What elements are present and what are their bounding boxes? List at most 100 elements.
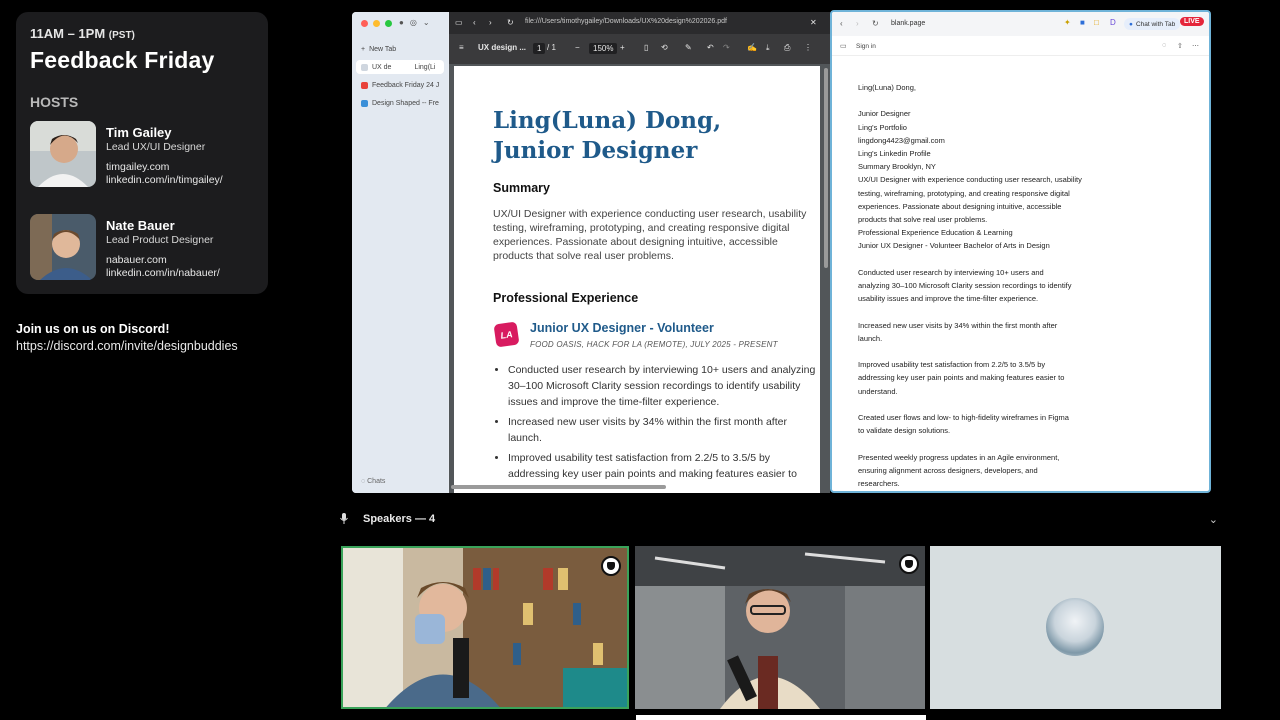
window-controls (361, 20, 392, 27)
share-icon[interactable]: ⇧ (1177, 42, 1183, 50)
stream-time: 11AM – 1PM (PST) (30, 26, 135, 41)
sidebar-toggle-icon[interactable]: ▭ (840, 42, 847, 50)
discord-link[interactable]: https://discord.com/invite/designbuddies (16, 339, 238, 353)
live-badge: LIVE (1180, 17, 1204, 26)
sidebar-tab-design-shaped[interactable]: Design Shaped -- Fre (356, 96, 444, 110)
fit-page-icon[interactable]: ▯ (644, 43, 648, 52)
extension-icon[interactable]: ✦ (1064, 18, 1071, 27)
show-title: Feedback Friday (30, 47, 215, 73)
annotate-icon[interactable]: ✎ (685, 43, 692, 52)
text-line (858, 345, 1118, 358)
more-icon[interactable]: ⋯ (1192, 42, 1199, 50)
chevron-down-icon[interactable]: ⌄ (423, 18, 430, 27)
avatar (1046, 598, 1104, 656)
close-tab-icon[interactable]: ✕ (810, 18, 817, 27)
chat-with-tab-button[interactable]: ● Chat with Tab (1124, 18, 1181, 30)
text-line: Created user flows and low- to high-fide… (858, 413, 1069, 422)
back-icon[interactable]: ‹ (840, 19, 843, 28)
profile-icon[interactable]: ● (399, 18, 404, 27)
host-website[interactable]: timgailey.com (106, 161, 223, 173)
chat-icon: ● (1129, 20, 1133, 28)
forward-icon[interactable]: › (856, 19, 859, 28)
hosts-label: HOSTS (30, 94, 79, 110)
host-linkedin[interactable]: linkedin.com/in/timgailey/ (106, 174, 223, 186)
list-item: Conducted user research by interviewing … (508, 362, 818, 410)
horizontal-scrollbar[interactable] (451, 485, 666, 489)
text-line: ensuring alignment across designers, dev… (858, 465, 1038, 475)
rotate-icon[interactable]: ⟲ (661, 43, 668, 52)
text-line: Junior UX Designer - Volunteer Bachelor … (858, 241, 1050, 251)
text-line: Presented weekly progress updates in an … (858, 452, 1060, 462)
document-icon (403, 64, 410, 71)
text-line (858, 305, 1118, 318)
extension-icon[interactable]: □ (1094, 18, 1099, 27)
pdf-page: Ling(Luna) Dong, Junior Designer Summary… (454, 66, 820, 493)
new-tab-button[interactable]: + New Tab (356, 42, 444, 56)
sidebar-toggle-icon[interactable]: ▭ (455, 18, 463, 27)
text-line: Professional Experience Education & Lear… (858, 228, 1013, 238)
sign-in-link[interactable]: Sign in (856, 43, 876, 50)
extension-icon[interactable]: ■ (1080, 18, 1085, 27)
print-icon[interactable]: ⎙ (784, 43, 790, 53)
host-photo (30, 121, 96, 187)
undo-icon[interactable]: ↶ (707, 43, 714, 52)
settings-icon[interactable]: ◎ (410, 18, 417, 27)
moderator-badge-icon (601, 556, 621, 576)
sidebar-chats[interactable]: ◌ Chats (361, 478, 385, 485)
speaker-tile[interactable] (635, 546, 925, 709)
host-photo (30, 214, 96, 280)
zoom-out-button[interactable]: − (575, 43, 580, 52)
download-icon[interactable]: ⤓ (766, 43, 770, 53)
reload-icon[interactable]: ↻ (872, 19, 879, 28)
sidebar-tab-ux-design[interactable]: UX de Ling(Li (356, 60, 444, 74)
zoom-in-button[interactable]: + (620, 43, 625, 52)
split-view-pane: ‹ › ↻ blank.page ✦ ■ □ D ● Chat with Tab … (830, 10, 1211, 493)
stream-info-card: 11AM – 1PM (PST) Feedback Friday HOSTS T… (16, 12, 268, 294)
browser-window: ● ◎ ⌄ + New Tab UX de Ling(Li Feedback F… (352, 12, 830, 493)
pdf-viewer: Ling(Luna) Dong, Junior Designer Summary… (449, 64, 830, 493)
speaker-tile[interactable] (930, 546, 1221, 709)
sidebar-tab-feedback-friday[interactable]: Feedback Friday 24 J (356, 78, 444, 92)
back-icon[interactable]: ‹ (473, 18, 476, 27)
text-line: Ling(Luna) Dong, (858, 83, 916, 92)
text-line: understand. (858, 386, 898, 396)
chevron-down-icon[interactable]: ⌄ (1209, 513, 1218, 526)
summary-heading: Summary (493, 181, 550, 195)
job-bullets: Conducted user research by interviewing … (508, 362, 818, 486)
more-icon[interactable]: ⋮ (804, 43, 812, 52)
text-line: to validate design solutions. (858, 426, 951, 436)
sign-icon[interactable]: ✍ (747, 43, 757, 52)
text-line: UX/UI Designer with experience conductin… (858, 175, 1082, 185)
vertical-scrollbar[interactable] (824, 68, 828, 268)
comment-icon[interactable]: ◌ (1162, 42, 1166, 49)
chat-icon: ◌ (361, 478, 366, 485)
host-role: Lead UX/UI Designer (106, 141, 206, 153)
text-line: testing, wireframing, prototyping, and c… (858, 188, 1070, 198)
text-line: Increased new user visits by 34% within … (858, 320, 1058, 330)
reload-icon[interactable]: ↻ (507, 18, 514, 27)
host-linkedin[interactable]: linkedin.com/in/nabauer/ (106, 267, 220, 279)
minimize-window-button[interactable] (373, 20, 380, 27)
extension-icon[interactable]: D (1110, 18, 1116, 27)
address-bar[interactable]: blank.page (891, 20, 925, 27)
forward-icon[interactable]: › (489, 18, 492, 27)
text-line: Conducted user research by interviewing … (858, 267, 1044, 277)
page-number-input[interactable]: 1 (533, 43, 546, 54)
speaker-tile[interactable] (341, 546, 629, 709)
address-bar[interactable]: file:///Users/timothygailey/Downloads/UX… (525, 18, 727, 25)
list-item: Improved usability test satisfaction fro… (508, 450, 818, 482)
right-address-bar: ‹ › ↻ blank.page ✦ ■ □ D ● Chat with Tab … (832, 12, 1209, 36)
close-window-button[interactable] (361, 20, 368, 27)
text-line: addressing key user pain points and maki… (858, 373, 1065, 383)
right-subbar: ▭ Sign in ◌ ⇧ ⋯ (832, 36, 1209, 56)
host-website[interactable]: nabauer.com (106, 254, 220, 266)
maximize-window-button[interactable] (385, 20, 392, 27)
zoom-level[interactable]: 150% (589, 43, 618, 54)
speakers-count: Speakers — 4 (363, 513, 436, 525)
menu-icon[interactable]: ≡ (459, 43, 464, 52)
text-line: Design (858, 490, 1118, 491)
redo-icon[interactable]: ↷ (723, 43, 730, 52)
text-line (858, 253, 1118, 266)
summary-text: UX/UI Designer with experience conductin… (493, 208, 807, 262)
job-subtitle: FOOD OASIS, HACK FOR LA (REMOTE), JULY 2… (530, 340, 778, 349)
